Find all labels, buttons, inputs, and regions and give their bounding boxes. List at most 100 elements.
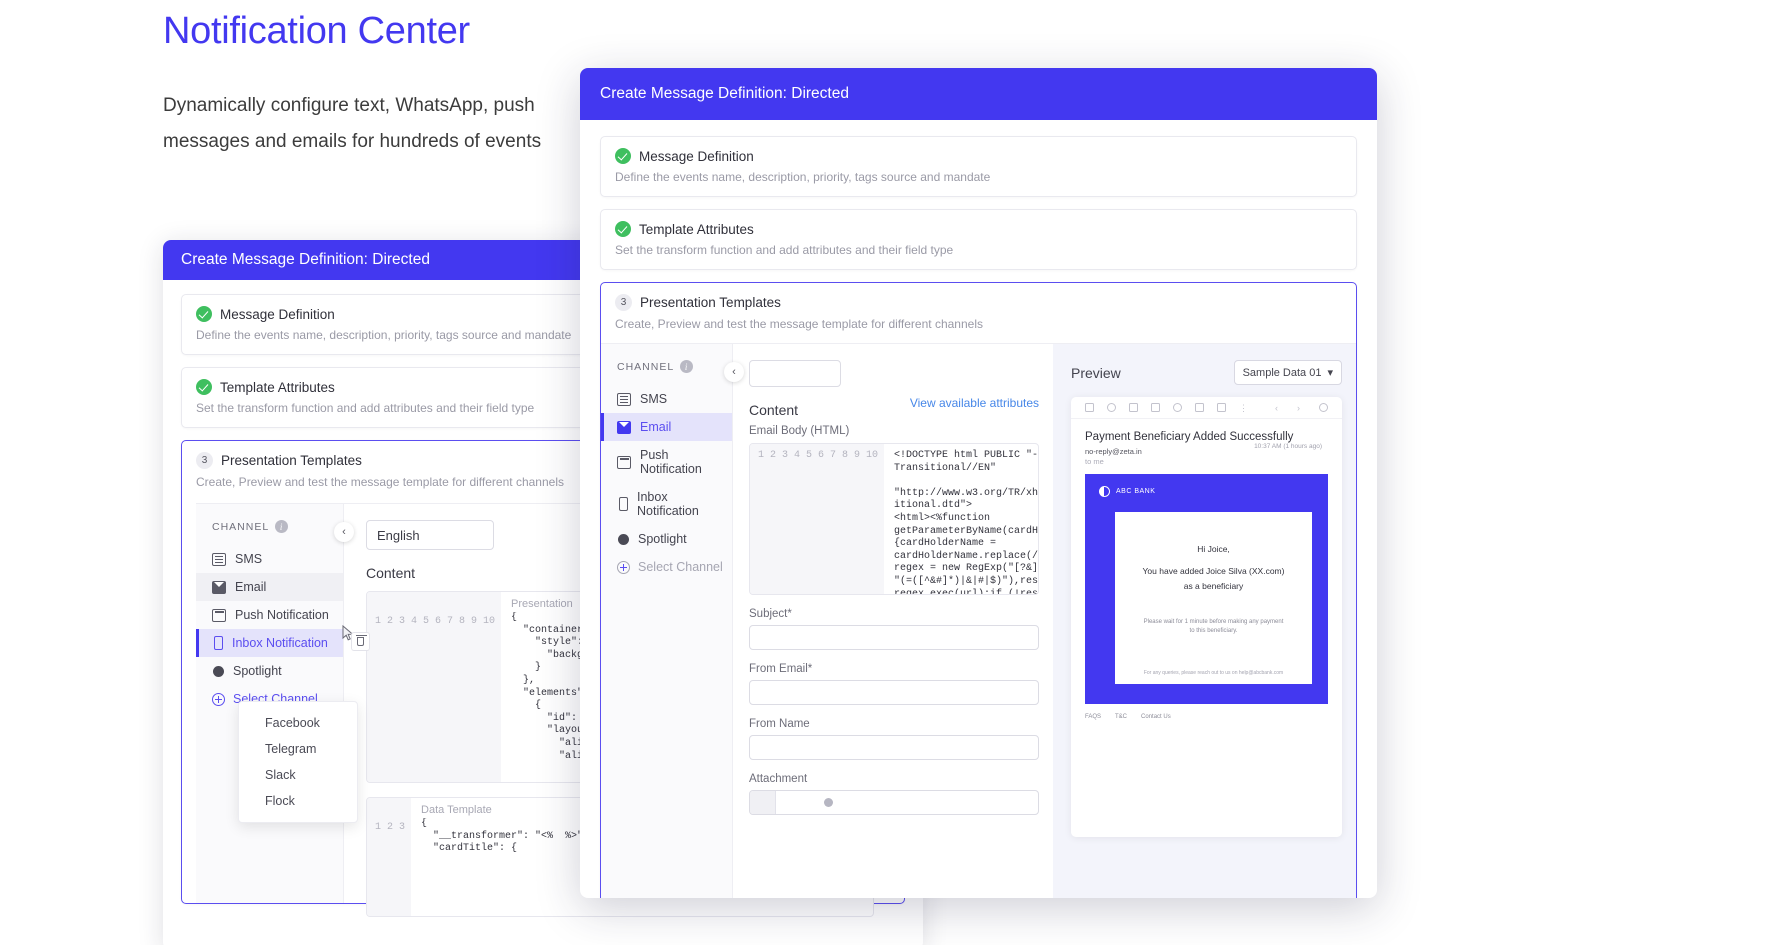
- presentation-code-gutter: 1 2 3 4 5 6 7 8 9 10: [367, 592, 502, 782]
- check-icon: [196, 306, 212, 322]
- select-channel-button[interactable]: Select Channel: [601, 553, 732, 581]
- delete-channel-button[interactable]: [351, 632, 370, 651]
- dropdown-option-slack[interactable]: Slack: [239, 762, 357, 788]
- trash-icon[interactable]: [1129, 403, 1138, 412]
- channel-item-email[interactable]: Email: [196, 573, 343, 601]
- content-label: Content: [366, 565, 416, 581]
- dropdown-option-facebook[interactable]: Facebook: [239, 710, 357, 736]
- email-icon: [212, 580, 226, 594]
- next-email-icon[interactable]: ›: [1297, 403, 1306, 413]
- email-body-text: You have added Joice Silva (XX.com) as a…: [1142, 566, 1285, 591]
- collapse-panel-button[interactable]: ‹: [334, 522, 354, 542]
- email-body-preview: ABC BANK Hi Joice, You have added Joice …: [1085, 474, 1328, 704]
- dropdown-option-telegram[interactable]: Telegram: [239, 736, 357, 762]
- from-email-input[interactable]: [749, 680, 1039, 705]
- email-icon: [617, 420, 631, 434]
- create-message-definition-modal: Create Message Definition: Directed Mess…: [580, 68, 1377, 898]
- move-to-icon[interactable]: [1217, 403, 1226, 412]
- footer-link-faqs[interactable]: FAQS: [1085, 714, 1101, 720]
- bank-name: ABC BANK: [1116, 488, 1156, 495]
- spam-icon[interactable]: [1107, 403, 1116, 412]
- check-icon: [615, 221, 631, 237]
- email-subject: Payment Beneficiary Added Successfully: [1085, 431, 1294, 443]
- channel-item-inbox-notification[interactable]: Inbox Notification: [601, 483, 732, 525]
- from-email-label: From Email*: [749, 663, 813, 675]
- push-icon: [212, 608, 226, 622]
- bank-branding: ABC BANK: [1085, 474, 1328, 497]
- channel-list-panel: CHANNEL i SMS Email Push Notification In…: [196, 504, 370, 903]
- sample-data-label: Sample Data 01: [1242, 366, 1322, 379]
- email-body-code-editor[interactable]: 1 2 3 4 5 6 7 8 9 10 <!DOCTYPE html PUBL…: [749, 443, 1039, 595]
- view-available-attributes-link[interactable]: View available attributes: [910, 396, 1039, 410]
- language-select[interactable]: English: [366, 520, 494, 550]
- collapse-panel-button[interactable]: ‹: [724, 362, 744, 382]
- channel-dropdown-menu[interactable]: Facebook Telegram Slack Flock: [238, 701, 358, 823]
- subject-input[interactable]: [749, 625, 1039, 650]
- settings-icon[interactable]: [1319, 403, 1328, 412]
- channel-item-spotlight[interactable]: Spotlight: [196, 657, 343, 685]
- check-icon: [615, 148, 631, 164]
- channel-item-email[interactable]: Email: [601, 413, 732, 441]
- channel-item-inbox-notification[interactable]: Inbox Notification: [196, 629, 343, 657]
- email-body-gutter: 1 2 3 4 5 6 7 8 9 10: [750, 444, 885, 594]
- channel-item-sms[interactable]: SMS: [601, 385, 732, 413]
- step-head: 3 Presentation Templates: [601, 294, 1356, 311]
- channel-item-push-notification[interactable]: Push Notification: [601, 441, 732, 483]
- footer-link-contact-us[interactable]: Contact Us: [1141, 714, 1171, 720]
- add-task-icon[interactable]: [1195, 403, 1204, 412]
- channel-label: Inbox Notification: [232, 636, 328, 650]
- email-greeting: Hi Joice,: [1197, 544, 1230, 554]
- channel-item-spotlight[interactable]: Spotlight: [601, 525, 732, 553]
- email-recipient: to me: [1085, 457, 1104, 466]
- attachment-browse-button[interactable]: [750, 791, 776, 814]
- sms-icon: [212, 552, 226, 566]
- plus-circle-icon: [212, 692, 225, 706]
- bank-logo-icon: [1099, 486, 1110, 497]
- email-preview-toolbar: ⋮ ‹ ›: [1071, 397, 1342, 419]
- email-footer-links: FAQS T&C Contact Us: [1071, 704, 1342, 720]
- snooze-icon[interactable]: [1173, 403, 1182, 412]
- page-title: Notification Center: [163, 10, 470, 52]
- step-card-presentation-templates[interactable]: 3 Presentation Templates Create, Preview…: [600, 282, 1357, 898]
- push-icon: [617, 455, 631, 469]
- channel-label: Email: [235, 580, 267, 594]
- step-title: Template Attributes: [220, 379, 335, 395]
- channel-item-push-notification[interactable]: Push Notification: [196, 601, 343, 629]
- inbox-icon: [214, 636, 223, 650]
- channel-label: Spotlight: [233, 664, 282, 678]
- sample-data-select[interactable]: Sample Data 01 ▾: [1233, 360, 1342, 385]
- info-icon[interactable]: i: [275, 520, 289, 533]
- step-card-message-definition[interactable]: Message Definition Define the events nam…: [600, 136, 1357, 197]
- channel-label: SMS: [640, 392, 668, 406]
- channel-list-header: CHANNEL i: [601, 360, 732, 373]
- more-options-icon[interactable]: ⋮: [1239, 403, 1248, 413]
- email-timestamp: 10:37 AM (1 hours ago): [1254, 443, 1322, 450]
- step-title: Message Definition: [639, 148, 754, 164]
- from-name-input[interactable]: [749, 735, 1039, 760]
- footer-link-tnc[interactable]: T&C: [1115, 714, 1127, 720]
- language-select[interactable]: [749, 360, 841, 387]
- channel-label: SMS: [235, 552, 263, 566]
- channel-label: Push Notification: [640, 448, 702, 476]
- attachment-input[interactable]: [749, 790, 1039, 815]
- info-icon[interactable]: i: [680, 360, 694, 373]
- channel-list-header: CHANNEL i: [196, 520, 343, 533]
- dropdown-option-flock[interactable]: Flock: [239, 788, 357, 814]
- channel-list-panel: CHANNEL i SMS Email Push Notification In…: [601, 344, 733, 898]
- step-head: Message Definition: [615, 148, 1342, 164]
- archive-icon[interactable]: [1085, 403, 1094, 412]
- modal-body: Message Definition Define the events nam…: [580, 120, 1377, 898]
- inbox-icon: [619, 497, 628, 511]
- spotlight-icon: [618, 533, 629, 545]
- channel-item-sms[interactable]: SMS: [196, 545, 343, 573]
- chevron-down-icon: ▾: [1327, 367, 1333, 379]
- email-preview-card: ⋮ ‹ › Payment Beneficiary Added Successf…: [1071, 397, 1342, 837]
- move-to-inbox-icon[interactable]: [1151, 403, 1160, 412]
- preview-header: Preview Sample Data 01 ▾: [1071, 360, 1342, 385]
- subject-label: Subject*: [749, 608, 792, 620]
- spotlight-icon: [213, 665, 224, 677]
- select-channel-label: Select Channel: [638, 560, 723, 574]
- previous-email-icon[interactable]: ‹: [1275, 403, 1284, 413]
- from-name-label: From Name: [749, 718, 810, 730]
- step-card-template-attributes[interactable]: Template Attributes Set the transform fu…: [600, 209, 1357, 270]
